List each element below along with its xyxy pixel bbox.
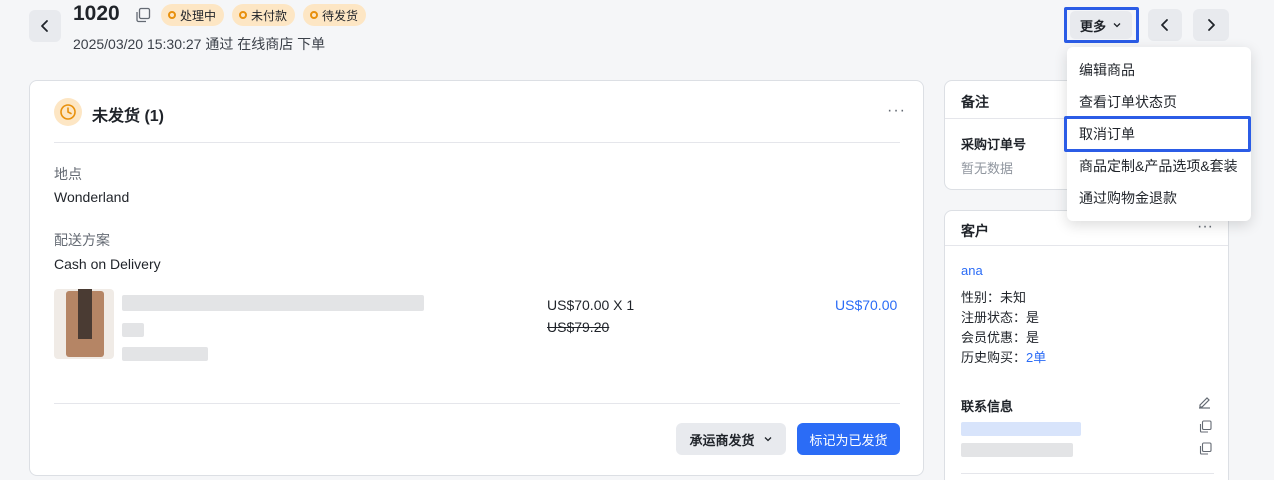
chevron-down-icon bbox=[1113, 23, 1121, 28]
status-badge-unpaid: 未付款 bbox=[232, 4, 296, 26]
copy-icon[interactable] bbox=[1199, 420, 1212, 438]
po-label: 采购订单号 bbox=[961, 137, 1027, 152]
carrier-ship-button[interactable]: 承运商发货 bbox=[676, 423, 786, 455]
fulfillment-card: 未发货 (1) ··· 地点 Wonderland 配送方案 Cash on D… bbox=[29, 80, 924, 476]
status-badges: 处理中 未付款 待发货 bbox=[161, 4, 367, 26]
mark-shipped-button[interactable]: 标记为已发货 bbox=[797, 423, 900, 455]
history-orders-link[interactable]: 2单 bbox=[1026, 350, 1046, 365]
status-badge-unshipped: 待发货 bbox=[303, 4, 367, 26]
edit-icon[interactable] bbox=[1197, 395, 1212, 415]
product-variant-blurred bbox=[122, 323, 144, 337]
location-label: 地点 bbox=[54, 166, 82, 182]
product-sku-blurred bbox=[122, 347, 208, 361]
email-blurred[interactable] bbox=[961, 422, 1081, 436]
po-value: 暂无数据 bbox=[961, 161, 1014, 176]
divider bbox=[54, 403, 900, 404]
next-order-button[interactable] bbox=[1193, 9, 1229, 41]
contact-title: 联系信息 bbox=[961, 399, 1014, 414]
prev-order-button[interactable] bbox=[1148, 9, 1182, 41]
item-total: US$70.00 bbox=[835, 297, 898, 313]
history-row: 历史购买：2单 bbox=[961, 350, 1047, 365]
item-original-price: US$79.20 bbox=[547, 319, 610, 335]
chevron-left-icon bbox=[1161, 19, 1168, 31]
gender-row: 性别：未知 bbox=[961, 290, 1027, 305]
shipping-label: 配送方案 bbox=[54, 232, 110, 248]
product-thumbnail[interactable] bbox=[54, 289, 114, 359]
more-options-icon[interactable]: ··· bbox=[887, 102, 906, 120]
divider bbox=[54, 142, 900, 143]
location-value: Wonderland bbox=[54, 189, 130, 205]
cancel-order-highlight bbox=[1064, 116, 1251, 152]
chevron-down-icon bbox=[764, 437, 771, 442]
menu-customization-options[interactable]: 商品定制&产品选项&套装 bbox=[1067, 150, 1251, 182]
menu-refund-store-credit[interactable]: 通过购物金退款 bbox=[1067, 182, 1251, 214]
customer-card: 客户 ··· ana 性别：未知 注册状态：是 会员优惠：是 历史购买：2单 联… bbox=[944, 210, 1229, 480]
order-number: 1020 bbox=[73, 2, 120, 25]
menu-view-order-status[interactable]: 查看订单状态页 bbox=[1067, 86, 1251, 118]
status-badge-processing: 处理中 bbox=[161, 4, 225, 26]
product-title-blurred[interactable] bbox=[122, 295, 424, 311]
fulfillment-title: 未发货 (1) bbox=[92, 108, 165, 125]
divider bbox=[961, 473, 1214, 474]
clock-icon bbox=[54, 98, 82, 126]
chevron-right-icon bbox=[1208, 19, 1215, 31]
copy-icon[interactable] bbox=[1199, 442, 1212, 460]
notes-title: 备注 bbox=[961, 94, 989, 110]
order-subtitle: 2025/03/20 15:30:27 通过 在线商店 下单 bbox=[73, 36, 326, 52]
register-row: 注册状态：是 bbox=[961, 310, 1040, 325]
phone-blurred[interactable] bbox=[961, 443, 1073, 457]
more-button[interactable]: 更多 bbox=[1070, 11, 1132, 39]
shipping-value: Cash on Delivery bbox=[54, 256, 161, 272]
copy-icon[interactable] bbox=[135, 7, 151, 23]
item-price: US$70.00 X 1 bbox=[547, 297, 635, 313]
chevron-left-icon bbox=[41, 20, 48, 32]
menu-edit-products[interactable]: 编辑商品 bbox=[1067, 54, 1251, 86]
back-button[interactable] bbox=[29, 10, 61, 42]
customer-name-link[interactable]: ana bbox=[961, 263, 983, 278]
divider bbox=[945, 245, 1228, 246]
customer-title: 客户 bbox=[961, 223, 989, 239]
member-row: 会员优惠：是 bbox=[961, 330, 1040, 345]
